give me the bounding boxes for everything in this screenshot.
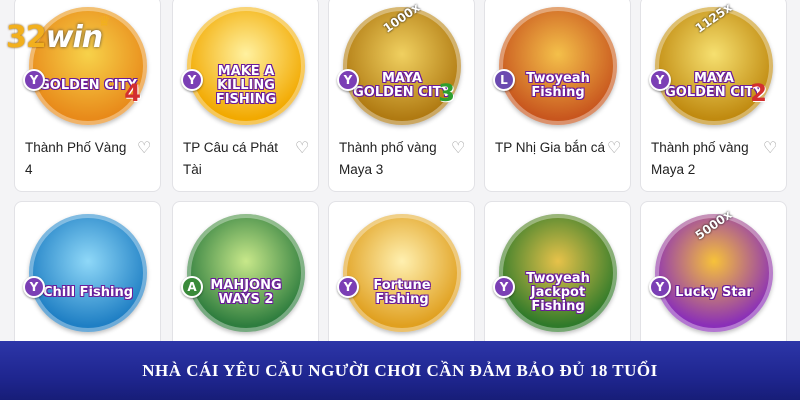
game-art-number: 2 [750, 79, 767, 107]
provider-badge: Y [181, 69, 203, 91]
game-art-number: 4 [124, 79, 141, 107]
heart-outline-icon[interactable]: ♡ [451, 141, 469, 157]
heart-outline-icon[interactable]: ♡ [607, 141, 625, 157]
provider-badge: Y [337, 69, 359, 91]
game-card[interactable]: MAYA GOLDEN CITY 2 1125x Y Thành phố vàng Ma… [640, 0, 787, 192]
game-thumbnail[interactable]: MAYA GOLDEN CITY 3 1000x [343, 0, 461, 125]
game-card[interactable]: Twoyeah Jackpot Fishing Y [484, 201, 631, 351]
game-art-title: MAKE A KILLING FISHING [215, 64, 277, 107]
game-art-number: 3 [438, 79, 455, 107]
brand-logo[interactable]: 32win ♛ [6, 14, 111, 55]
game-thumbnail[interactable]: Fortune Fishing [343, 214, 461, 332]
provider-badge: L [493, 69, 515, 91]
game-thumbnail[interactable]: Twoyeah Fishing [499, 7, 617, 125]
provider-badge: Y [23, 276, 45, 298]
provider-badge: Y [649, 276, 671, 298]
game-grid: GOLDEN CITY 4 Y Thành Phố Vàng 4 ♡ MAKE A KIL… [14, 0, 790, 351]
multiplier-label: 1125x [692, 0, 735, 36]
age-warning-text: NHÀ CÁI YÊU CẦU NGƯỜI CHƠI CẦN ĐẢM BẢO Đ… [142, 360, 658, 380]
game-name[interactable]: Thành phố vàng Maya 2 [651, 137, 763, 181]
game-thumbnail[interactable]: Twoyeah Jackpot Fishing [499, 214, 617, 332]
game-lobby: 32win ♛ GOLDEN CITY 4 Y Thành Phố Vàng 4 ♡ MA… [0, 0, 800, 400]
game-art-title: MAHJONG WAYS 2 [210, 278, 282, 307]
provider-badge: Y [493, 276, 515, 298]
game-thumbnail[interactable]: MAHJONG WAYS 2 [187, 214, 305, 332]
heart-outline-icon[interactable]: ♡ [763, 141, 781, 157]
game-art-title: Lucky Star [675, 285, 753, 300]
multiplier-label: 5000x [692, 207, 735, 243]
game-thumbnail[interactable]: Chill Fishing [29, 214, 147, 332]
game-thumbnail[interactable]: Lucky Star 5000x [655, 207, 773, 332]
game-card[interactable]: Chill Fishing Y [14, 201, 161, 351]
crown-icon: ♛ [98, 14, 111, 30]
game-art-title: Chill Fishing [42, 285, 134, 300]
game-thumbnail[interactable]: MAYA GOLDEN CITY 2 1125x [655, 0, 773, 125]
game-name[interactable]: TP Nhị Gia bắn cá [495, 137, 607, 159]
game-card[interactable]: Twoyeah Fishing L TP Nhị Gia bắn cá ♡ [484, 0, 631, 192]
game-card[interactable]: Lucky Star 5000x Y [640, 201, 787, 351]
game-name[interactable]: Thành Phố Vàng 4 [25, 137, 137, 181]
provider-badge: Y [649, 69, 671, 91]
game-card[interactable]: MAKE A KILLING FISHING Y TP Câu cá Phát Tà… [172, 0, 319, 192]
provider-badge: Y [337, 276, 359, 298]
game-thumbnail[interactable]: MAKE A KILLING FISHING [187, 7, 305, 125]
age-warning-banner: NHÀ CÁI YÊU CẦU NGƯỜI CHƠI CẦN ĐẢM BẢO Đ… [0, 341, 800, 400]
heart-outline-icon[interactable]: ♡ [295, 141, 313, 157]
game-card[interactable]: MAHJONG WAYS 2 A [172, 201, 319, 351]
multiplier-label: 1000x [380, 0, 423, 36]
game-art-title: Fortune Fishing [373, 278, 431, 307]
logo-number: 32 [6, 20, 47, 55]
game-name[interactable]: TP Câu cá Phát Tài [183, 137, 295, 181]
logo-word: win [45, 20, 103, 55]
game-name[interactable]: Thành phố vàng Maya 3 [339, 137, 451, 181]
heart-outline-icon[interactable]: ♡ [137, 141, 155, 157]
provider-badge: A [181, 276, 203, 298]
game-art-title: Twoyeah Jackpot Fishing [526, 271, 590, 314]
provider-badge: Y [23, 69, 45, 91]
game-card[interactable]: MAYA GOLDEN CITY 3 1000x Y Thành phố vàng Ma… [328, 0, 475, 192]
game-card[interactable]: Fortune Fishing Y [328, 201, 475, 351]
game-art-title: Twoyeah Fishing [526, 71, 590, 100]
